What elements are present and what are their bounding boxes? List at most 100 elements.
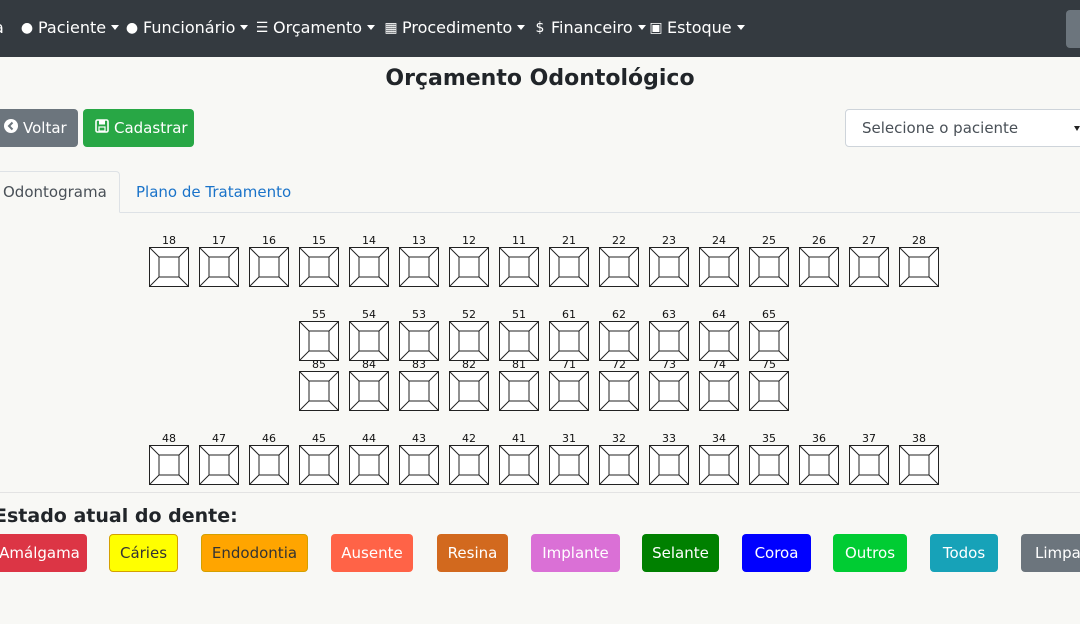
patient-select[interactable]: Selecione o paciente (845, 109, 1080, 147)
legend-button-amalgama[interactable]: Amálgama (0, 534, 87, 572)
tooth-number: 36 (812, 432, 826, 445)
tab-label: Plano de Tratamento (136, 183, 292, 201)
save-button[interactable]: Cadastrar (83, 109, 194, 147)
tooth-17[interactable]: 17 (199, 235, 239, 287)
tooth-37[interactable]: 37 (849, 433, 889, 485)
legend-button-implante[interactable]: Implante (531, 534, 620, 572)
tooth-number: 17 (212, 234, 226, 247)
nav-item-orcamento[interactable]: ☰ Orçamento (255, 18, 376, 37)
legend-button-coroa[interactable]: Coroa (742, 534, 811, 572)
user-menu-button[interactable] (1066, 10, 1080, 48)
tooth-number: 11 (512, 234, 526, 247)
tooth-65[interactable]: 65 (749, 309, 789, 361)
tooth-28[interactable]: 28 (899, 235, 939, 287)
tooth-54[interactable]: 54 (349, 309, 389, 361)
legend-button-todos[interactable]: Todos (930, 534, 998, 572)
tooth-23[interactable]: 23 (649, 235, 689, 287)
tooth-41[interactable]: 41 (499, 433, 539, 485)
tooth-25[interactable]: 25 (749, 235, 789, 287)
tooth-24[interactable]: 24 (699, 235, 739, 287)
tooth-52[interactable]: 52 (449, 309, 489, 361)
tooth-47[interactable]: 47 (199, 433, 239, 485)
tooth-45[interactable]: 45 (299, 433, 339, 485)
tooth-16[interactable]: 16 (249, 235, 289, 287)
tooth-62[interactable]: 62 (599, 309, 639, 361)
tooth-33[interactable]: 33 (649, 433, 689, 485)
tooth-15[interactable]: 15 (299, 235, 339, 287)
tooth-13[interactable]: 13 (399, 235, 439, 287)
tab-odontograma[interactable]: Odontograma (0, 171, 120, 213)
tooth-number: 46 (262, 432, 276, 445)
legend-button-outros[interactable]: Outros (833, 534, 907, 572)
tooth-83[interactable]: 83 (399, 359, 439, 411)
nav-item-estoque[interactable]: ▣ Estoque (649, 18, 745, 37)
tooth-number: 53 (412, 308, 426, 321)
save-button-label: Cadastrar (114, 119, 188, 137)
tooth-14[interactable]: 14 (349, 235, 389, 287)
tooth-number: 73 (662, 358, 676, 371)
tooth-81[interactable]: 81 (499, 359, 539, 411)
tooth-51[interactable]: 51 (499, 309, 539, 361)
tooth-85[interactable]: 85 (299, 359, 339, 411)
tooth-number: 48 (162, 432, 176, 445)
tooth-48[interactable]: 48 (149, 433, 189, 485)
tooth-53[interactable]: 53 (399, 309, 439, 361)
nav-item-financeiro[interactable]: $ Financeiro (533, 18, 646, 37)
tooth-63[interactable]: 63 (649, 309, 689, 361)
tooth-27[interactable]: 27 (849, 235, 889, 287)
caret-down-icon (240, 25, 249, 30)
tooth-61[interactable]: 61 (549, 309, 589, 361)
nav-item-paciente[interactable]: ● Paciente (20, 18, 120, 37)
tooth-71[interactable]: 71 (549, 359, 589, 411)
nav-item-procedimento[interactable]: ▦ Procedimento (384, 18, 526, 37)
legend-button-limpar[interactable]: Limpar (1021, 534, 1080, 572)
nav-item-funcionario[interactable]: ● Funcionário (125, 18, 249, 37)
tooth-22[interactable]: 22 (599, 235, 639, 287)
page-title: Orçamento Odontológico (385, 66, 695, 91)
tooth-number: 64 (712, 308, 726, 321)
tooth-38[interactable]: 38 (899, 433, 939, 485)
tooth-36[interactable]: 36 (799, 433, 839, 485)
tooth-46[interactable]: 46 (249, 433, 289, 485)
tooth-73[interactable]: 73 (649, 359, 689, 411)
tooth-35[interactable]: 35 (749, 433, 789, 485)
tooth-11[interactable]: 11 (499, 235, 539, 287)
tooth-26[interactable]: 26 (799, 235, 839, 287)
tooth-12[interactable]: 12 (449, 235, 489, 287)
tooth-18[interactable]: 18 (149, 235, 189, 287)
tooth-number: 54 (362, 308, 376, 321)
tooth-84[interactable]: 84 (349, 359, 389, 411)
tooth-31[interactable]: 31 (549, 433, 589, 485)
nav-item-label: Estoque (667, 18, 732, 37)
tooth-number: 22 (612, 234, 626, 247)
tooth-number: 16 (262, 234, 276, 247)
tooth-82[interactable]: 82 (449, 359, 489, 411)
tooth-21[interactable]: 21 (549, 235, 589, 287)
legend-button-selante[interactable]: Selante (642, 534, 719, 572)
nav-brand[interactable]: a (0, 18, 4, 37)
legend-button-caries[interactable]: Cáries (109, 534, 178, 572)
tooth-number: 28 (912, 234, 926, 247)
tooth-74[interactable]: 74 (699, 359, 739, 411)
tooth-43[interactable]: 43 (399, 433, 439, 485)
tab-plano-de-tratamento[interactable]: Plano de Tratamento (120, 171, 307, 213)
tooth-34[interactable]: 34 (699, 433, 739, 485)
legend-button-endodontia[interactable]: Endodontia (201, 534, 308, 572)
back-button[interactable]: Voltar (0, 109, 78, 147)
tooth-64[interactable]: 64 (699, 309, 739, 361)
select-arrow-icon (1074, 126, 1080, 131)
legend-button-resina[interactable]: Resina (437, 534, 508, 572)
nav-item-label: Procedimento (402, 18, 513, 37)
tooth-44[interactable]: 44 (349, 433, 389, 485)
tooth-55[interactable]: 55 (299, 309, 339, 361)
legend-button-ausente[interactable]: Ausente (331, 534, 413, 572)
tooth-32[interactable]: 32 (599, 433, 639, 485)
caret-down-icon (367, 25, 376, 30)
tooth-72[interactable]: 72 (599, 359, 639, 411)
list-icon: ☰ (255, 19, 269, 36)
tooth-75[interactable]: 75 (749, 359, 789, 411)
tooth-number: 23 (662, 234, 676, 247)
tooth-42[interactable]: 42 (449, 433, 489, 485)
user-icon: ● (20, 19, 34, 36)
nav-item-label: Funcionário (143, 18, 236, 37)
